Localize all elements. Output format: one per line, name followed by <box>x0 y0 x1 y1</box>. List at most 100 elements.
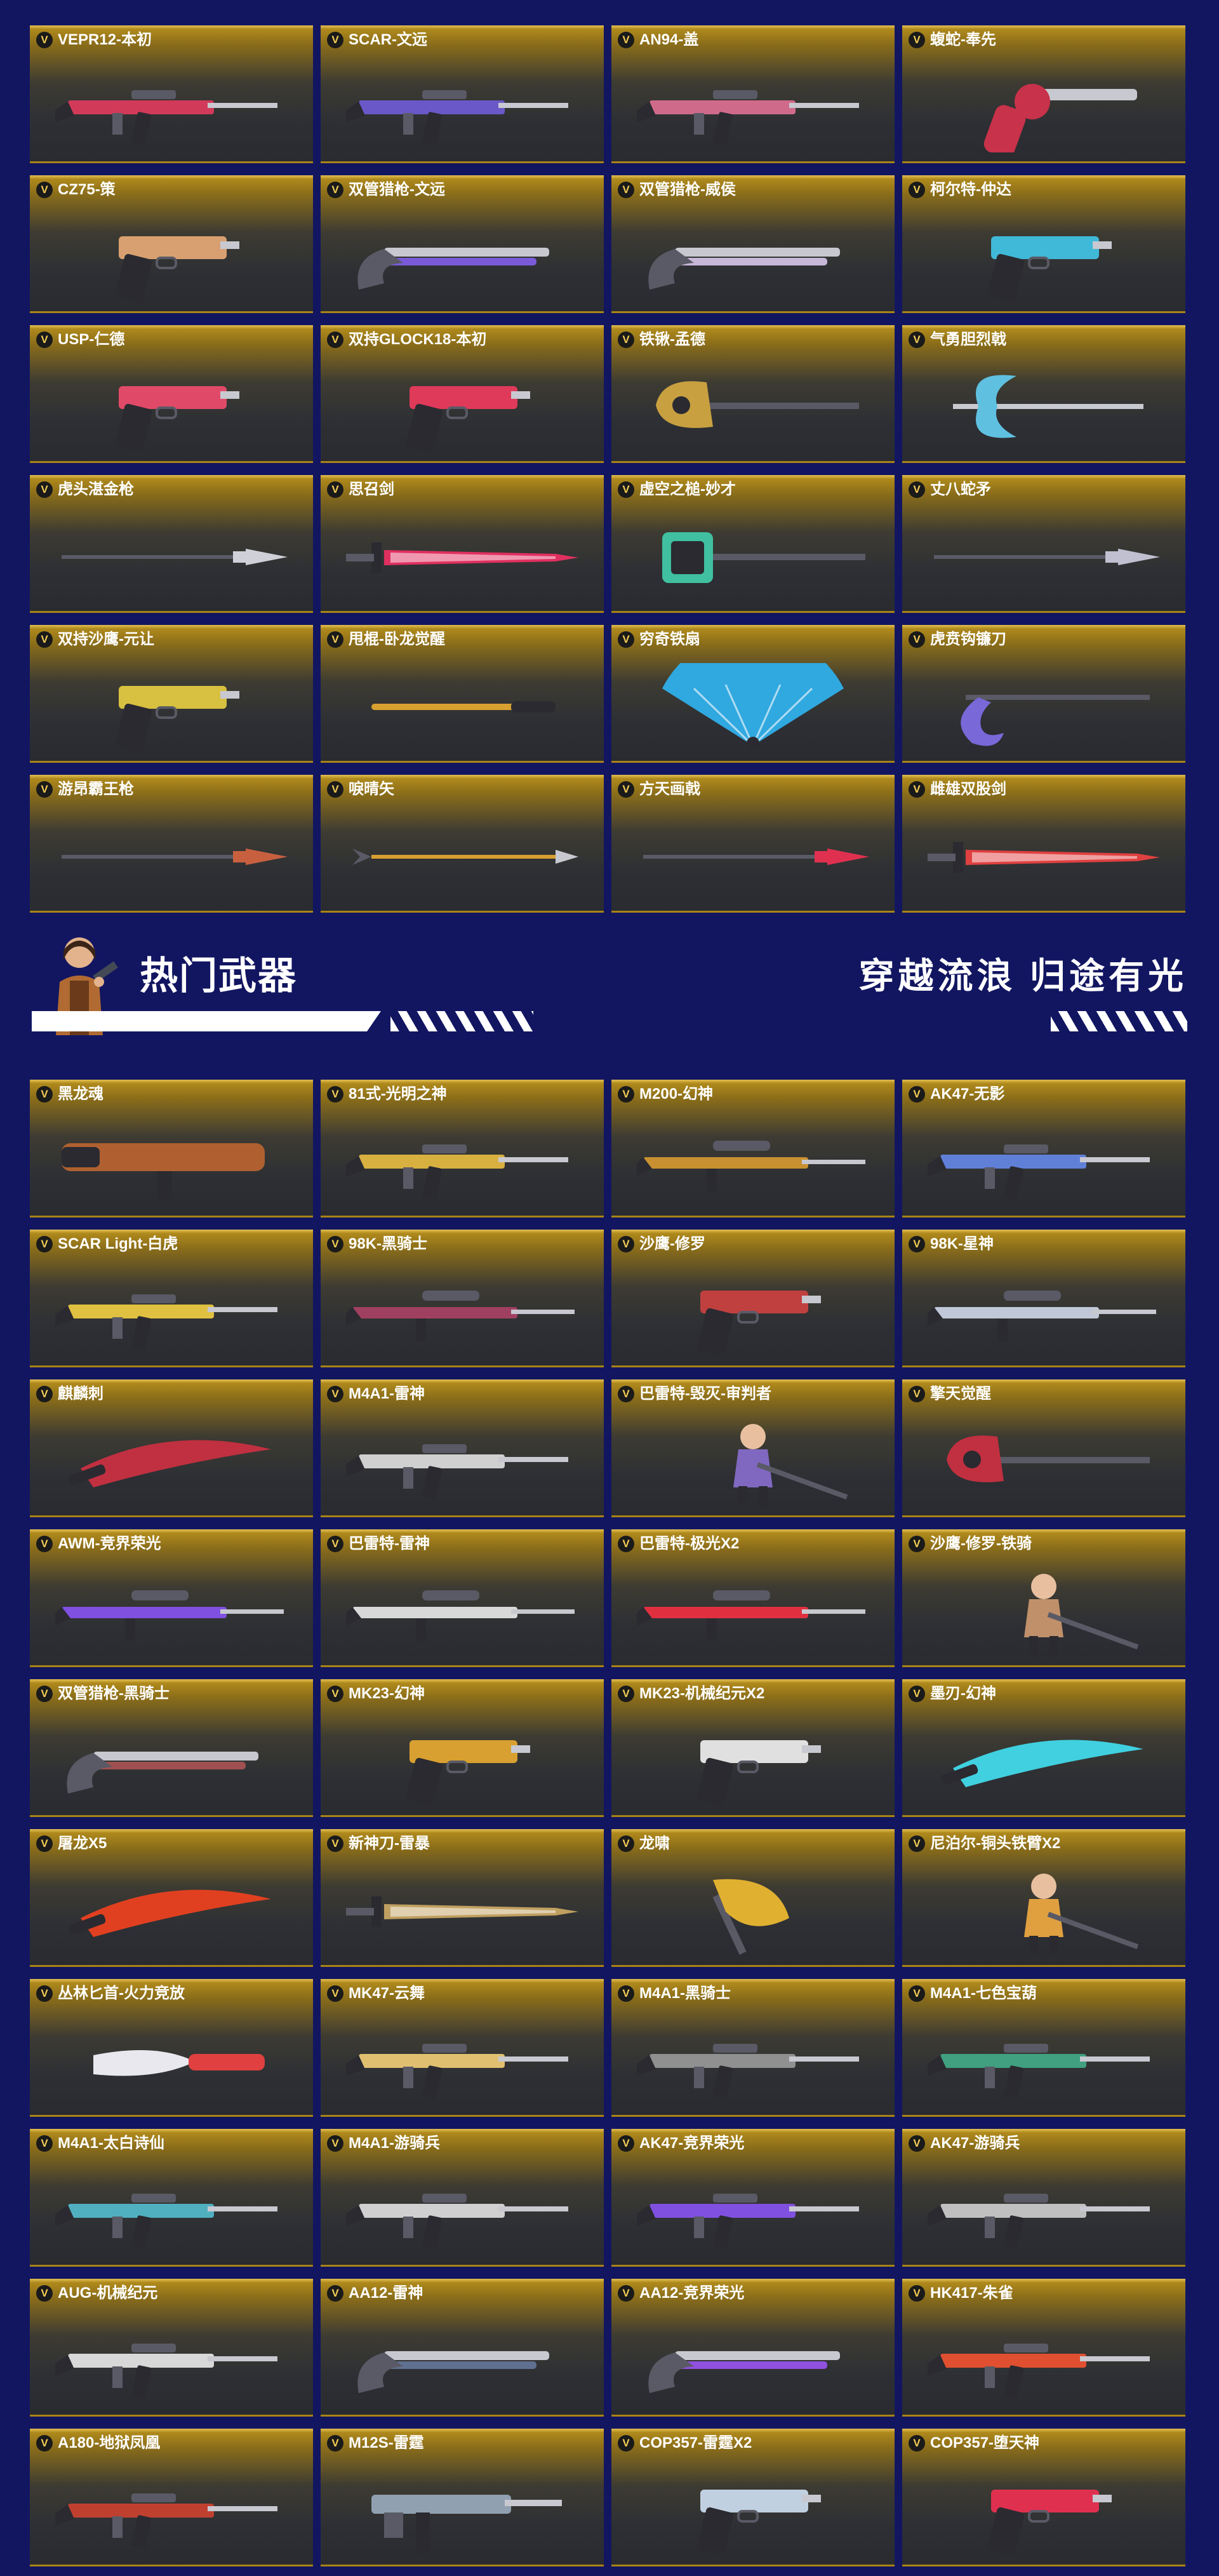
weapon-card[interactable]: V VEPR12-本初 <box>30 25 313 163</box>
weapon-name: 铁锹-孟德 <box>639 331 705 348</box>
weapon-card[interactable]: V 尼泊尔-铜头铁臂X2 <box>902 1829 1185 1967</box>
weapon-card[interactable]: V 甩棍-卧龙觉醒 <box>321 625 604 763</box>
weapon-card[interactable]: V MK23-机械纪元X2 <box>611 1679 895 1817</box>
weapon-card[interactable]: V MK47-云舞 <box>321 1979 604 2117</box>
weapon-card[interactable]: V MK23-幻神 <box>321 1679 604 1817</box>
weapon-card[interactable]: V 雌雄双股剑 <box>902 775 1185 913</box>
weapon-card[interactable]: V 双管猎枪-黑骑士 <box>30 1679 313 1817</box>
v-badge-icon: V <box>909 182 925 198</box>
weapon-card[interactable]: V 黑龙魂 <box>30 1080 313 1218</box>
weapon-card[interactable]: V 思召剑 <box>321 475 604 613</box>
weapon-card[interactable]: V 墨刃-幻神 <box>902 1679 1185 1817</box>
sniper-icon <box>346 1567 578 1656</box>
weapon-card[interactable]: V M4A1-游骑兵 <box>321 2129 604 2267</box>
weapon-card[interactable]: V SCAR-文远 <box>321 25 604 163</box>
weapon-card[interactable]: V M4A1-七色宝葫 <box>902 1979 1185 2117</box>
sniper-icon <box>346 1268 578 1357</box>
v-badge-icon: V <box>36 2435 53 2452</box>
section-title: 热门武器 <box>140 955 297 997</box>
sniper-icon <box>637 1118 869 1207</box>
weapon-card[interactable]: V COP357-堕天神 <box>902 2429 1185 2566</box>
weapon-card[interactable]: V 沙鹰-修罗-铁骑 <box>902 1529 1185 1667</box>
weapon-name: A180-地狱凤凰 <box>58 2434 161 2452</box>
weapon-card[interactable]: V 屠龙X5 <box>30 1829 313 1967</box>
weapon-card[interactable]: V 虎头湛金枪 <box>30 475 313 613</box>
weapon-card[interactable]: V 龙啸 <box>611 1829 895 1967</box>
weapon-card[interactable]: V 双管猎枪-威侯 <box>611 175 895 313</box>
weapon-card[interactable]: V 巴雷特-极光X2 <box>611 1529 895 1667</box>
revolver-icon <box>928 64 1160 152</box>
weapon-card[interactable]: V 丈八蛇矛 <box>902 475 1185 613</box>
title-underline <box>32 1011 381 1031</box>
weapon-card[interactable]: V 唳晴矢 <box>321 775 604 913</box>
weapon-card[interactable]: V M4A1-黑骑士 <box>611 1979 895 2117</box>
weapon-card[interactable]: V 双持沙鹰-元让 <box>30 625 313 763</box>
weapon-card[interactable]: V AWM-竞界荣光 <box>30 1529 313 1667</box>
weapon-card[interactable]: V 巴雷特-雷神 <box>321 1529 604 1667</box>
v-badge-icon: V <box>909 781 925 798</box>
weapon-card[interactable]: V M4A1-太白诗仙 <box>30 2129 313 2267</box>
v-badge-icon: V <box>36 1086 53 1103</box>
weapon-name: 柯尔特-仲达 <box>930 181 1011 198</box>
weapon-name: 沙鹰-修罗 <box>639 1235 705 1252</box>
weapon-card[interactable]: V 铁锹-孟德 <box>611 325 895 463</box>
decorative-stripes-right <box>1051 1011 1187 1031</box>
v-badge-icon: V <box>618 1236 634 1252</box>
weapon-card[interactable]: V AK47-竞界荣光 <box>611 2129 895 2267</box>
v-badge-icon: V <box>327 1835 343 1852</box>
weapon-name: CZ75-策 <box>58 181 116 198</box>
weapon-name: 蝮蛇-奉先 <box>930 31 996 48</box>
weapon-card[interactable]: V AK47-无影 <box>902 1080 1185 1218</box>
shotgun-icon <box>55 1717 288 1806</box>
weapon-card[interactable]: V 丛林匕首-火力竞放 <box>30 1979 313 2117</box>
weapon-card[interactable]: V COP357-雷霆X2 <box>611 2429 895 2566</box>
weapon-card[interactable]: V 穷奇铁扇 <box>611 625 895 763</box>
v-badge-icon: V <box>909 2135 925 2152</box>
weapon-card[interactable]: V M4A1-雷神 <box>321 1379 604 1517</box>
weapon-card[interactable]: V M12S-雷霆 <box>321 2429 604 2566</box>
weapon-card[interactable]: V USP-仁德 <box>30 325 313 463</box>
weapon-card[interactable]: V M200-幻神 <box>611 1080 895 1218</box>
weapon-card[interactable]: V 擎天觉醒 <box>902 1379 1185 1517</box>
weapon-card[interactable]: V 虚空之槌-妙才 <box>611 475 895 613</box>
weapon-card[interactable]: V 麒麟刺 <box>30 1379 313 1517</box>
weapon-card[interactable]: V 柯尔特-仲达 <box>902 175 1185 313</box>
weapon-card[interactable]: V CZ75-策 <box>30 175 313 313</box>
weapon-card[interactable]: V 沙鹰-修罗 <box>611 1230 895 1367</box>
v-badge-icon: V <box>618 631 634 648</box>
weapon-card[interactable]: V AA12-雷神 <box>321 2279 604 2417</box>
v-badge-icon: V <box>36 2135 53 2152</box>
weapon-card[interactable]: V 虎贲钩镰刀 <box>902 625 1185 763</box>
weapon-card[interactable]: V 81式-光明之神 <box>321 1080 604 1218</box>
weapon-card[interactable]: V A180-地狱凤凰 <box>30 2429 313 2566</box>
weapon-name: COP357-雷霆X2 <box>639 2434 752 2452</box>
weapon-card[interactable]: V AK47-游骑兵 <box>902 2129 1185 2267</box>
v-badge-icon: V <box>36 1386 53 1402</box>
v-badge-icon: V <box>618 182 634 198</box>
weapon-card[interactable]: V HK417-朱雀 <box>902 2279 1185 2417</box>
weapon-card[interactable]: V 双持GLOCK18-本初 <box>321 325 604 463</box>
weapon-card[interactable]: V AN94-盖 <box>611 25 895 163</box>
shovel-icon <box>928 1418 1160 1506</box>
weapon-card[interactable]: V AUG-机械纪元 <box>30 2279 313 2417</box>
v-badge-icon: V <box>327 2435 343 2452</box>
weapon-card[interactable]: V SCAR Light-白虎 <box>30 1230 313 1367</box>
weapon-card[interactable]: V 游昂霸王枪 <box>30 775 313 913</box>
weapon-name: 屠龙X5 <box>58 1835 107 1852</box>
weapon-card[interactable]: V 98K-星神 <box>902 1230 1185 1367</box>
weapon-card[interactable]: V 98K-黑骑士 <box>321 1230 604 1367</box>
rifle-icon <box>346 64 578 152</box>
v-badge-icon: V <box>618 1835 634 1852</box>
weapon-card[interactable]: V 蝮蛇-奉先 <box>902 25 1185 163</box>
weapon-name: 沙鹰-修罗-铁骑 <box>930 1535 1032 1552</box>
weapon-card[interactable]: V 方天画戟 <box>611 775 895 913</box>
weapon-card[interactable]: V 双管猎枪-文远 <box>321 175 604 313</box>
weapon-card[interactable]: V 巴雷特-毁灭-审判者 <box>611 1379 895 1517</box>
weapon-card[interactable]: V 气勇胆烈戟 <box>902 325 1185 463</box>
v-badge-icon: V <box>618 1086 634 1103</box>
weapon-card[interactable]: V 新神刀-雷暴 <box>321 1829 604 1967</box>
rifle-icon <box>928 2317 1160 2406</box>
knife-icon <box>55 2017 288 2106</box>
weapon-card[interactable]: V AA12-竞界荣光 <box>611 2279 895 2417</box>
weapon-name: 双持沙鹰-元让 <box>58 631 154 648</box>
